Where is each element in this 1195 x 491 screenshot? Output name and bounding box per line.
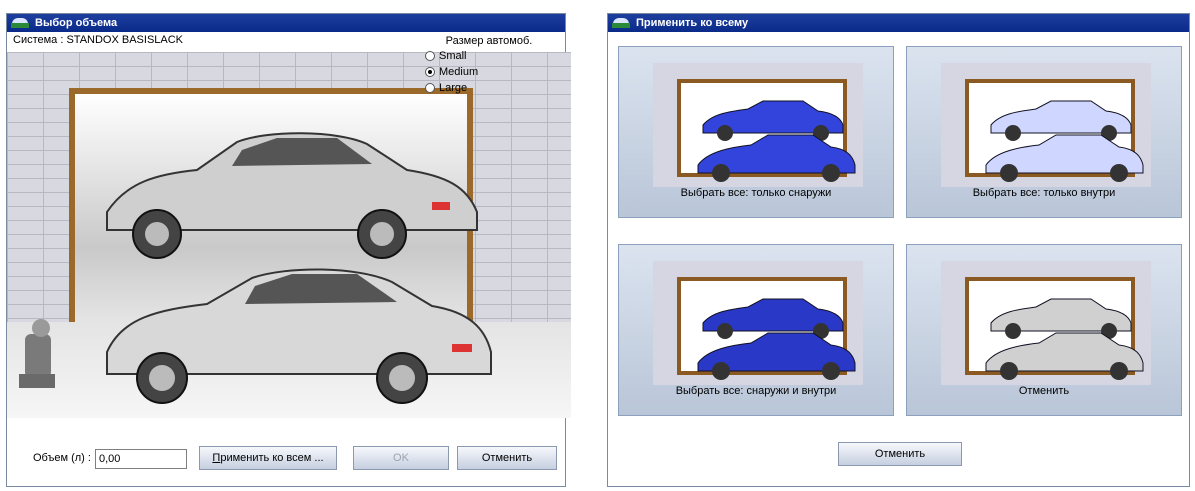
size-small-label: Small xyxy=(439,50,467,62)
volume-label: Объем (л) : xyxy=(33,452,91,464)
select-all-inside-label: Выбрать все: только внутри xyxy=(972,187,1116,199)
apply-all-dialog: Применить ко всему Выбрать все: только с… xyxy=(607,13,1190,487)
inside-cars-icon xyxy=(941,63,1151,187)
cancel-button[interactable]: Отменить xyxy=(457,446,557,470)
upper-car-icon xyxy=(106,132,478,259)
apply-all-button[interactable]: Применить ко всем ... xyxy=(199,446,337,470)
size-option-small[interactable]: Small xyxy=(425,48,559,64)
car-app-icon xyxy=(11,16,29,30)
apply-all-titlebar[interactable]: Применить ко всему xyxy=(608,14,1189,32)
cancel-selection-tile[interactable]: Отменить xyxy=(906,244,1182,416)
lower-car-icon xyxy=(106,268,492,404)
car-scene-illustration xyxy=(7,52,571,418)
apply-all-title: Применить ко всему xyxy=(636,17,749,29)
volume-dialog-titlebar[interactable]: Выбор объема xyxy=(7,14,565,32)
apply-all-cancel-button[interactable]: Отменить xyxy=(838,442,962,466)
outside-cars-icon xyxy=(653,63,863,187)
cars-illustration xyxy=(19,132,492,404)
size-option-large[interactable]: Large xyxy=(425,80,559,96)
volume-input[interactable]: 0,00 xyxy=(95,449,187,469)
plain-cars-icon xyxy=(941,261,1151,385)
radio-small-icon[interactable] xyxy=(425,51,435,61)
car-size-group: Размер автомоб. Small Medium Large xyxy=(419,34,559,96)
size-option-medium[interactable]: Medium xyxy=(425,64,559,80)
select-all-outside-tile[interactable]: Выбрать все: только снаружи xyxy=(618,46,894,218)
both-cars-icon xyxy=(653,261,863,385)
size-large-label: Large xyxy=(439,82,468,94)
size-medium-label: Medium xyxy=(439,66,479,78)
select-all-both-label: Выбрать все: снаружи и внутри xyxy=(675,385,837,397)
system-label: Система : STANDOX BASISLACK xyxy=(13,34,184,46)
painter-figure-icon xyxy=(19,319,55,388)
car-app-icon xyxy=(612,16,630,30)
car-size-header: Размер автомоб. xyxy=(419,34,559,48)
ok-button[interactable]: OK xyxy=(353,446,449,470)
select-all-outside-label: Выбрать все: только снаружи xyxy=(680,187,832,199)
select-all-both-tile[interactable]: Выбрать все: снаружи и внутри xyxy=(618,244,894,416)
volume-dialog-title: Выбор объема xyxy=(35,17,118,29)
radio-large-icon[interactable] xyxy=(425,83,435,93)
volume-dialog: Выбор объема Система : STANDOX BASISLACK xyxy=(6,13,571,487)
radio-medium-icon[interactable] xyxy=(425,67,435,77)
cancel-selection-label: Отменить xyxy=(1018,385,1070,397)
select-all-inside-tile[interactable]: Выбрать все: только внутри xyxy=(906,46,1182,218)
